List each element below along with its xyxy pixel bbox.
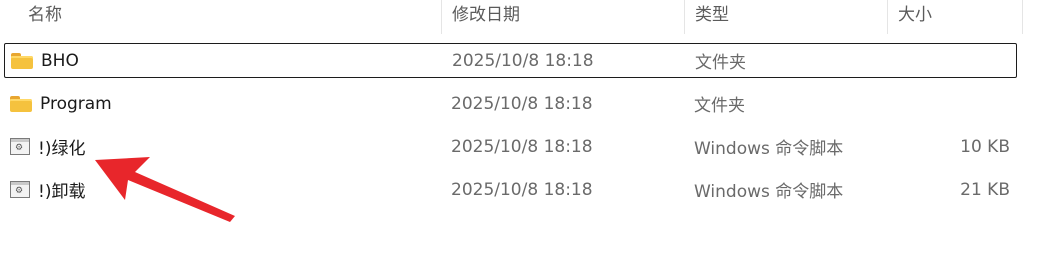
folder-icon [10, 95, 32, 112]
file-name: !)卸载 [38, 182, 86, 202]
list-item-program[interactable]: Program 2025/10/8 18:18 文件夹 [4, 86, 1017, 121]
column-divider[interactable] [1022, 0, 1023, 34]
column-header-name[interactable]: 名称 [28, 0, 62, 30]
folder-icon [11, 52, 33, 69]
script-icon: ⚙ [10, 138, 30, 155]
file-size [885, 44, 1011, 77]
file-name-cell: ⚙ !)绿化 [10, 129, 85, 164]
file-size: 10 KB [960, 136, 1010, 157]
column-divider[interactable] [684, 0, 685, 34]
file-list-view: 名称 修改日期 类型 大小 BHO 2025/10/8 18:18 文件夹 Pr… [0, 0, 1037, 267]
date-modified: 2025/10/8 18:18 [451, 93, 593, 114]
list-item-green-script[interactable]: ⚙ !)绿化 2025/10/8 18:18 Windows 命令脚本 10 K… [4, 129, 1017, 164]
date-modified: 2025/10/8 18:18 [451, 179, 593, 200]
column-header-modified[interactable]: 修改日期 [452, 0, 520, 30]
file-name: Program [40, 93, 112, 114]
column-header-type[interactable]: 类型 [695, 0, 729, 30]
list-item-bho[interactable]: BHO 2025/10/8 18:18 文件夹 [4, 43, 1017, 78]
file-name: !)绿化 [38, 139, 86, 159]
column-header-bar: 名称 修改日期 类型 大小 [0, 0, 1037, 34]
file-name: BHO [41, 50, 79, 71]
file-size: 21 KB [960, 179, 1010, 200]
column-header-size[interactable]: 大小 [898, 0, 932, 30]
script-icon: ⚙ [10, 181, 30, 198]
file-type: 文件夹 [695, 53, 746, 73]
file-name-cell: ⚙ !)卸载 [10, 172, 85, 207]
file-name-cell: BHO [11, 44, 79, 77]
file-type: Windows 命令脚本 [694, 182, 844, 202]
column-divider[interactable] [887, 0, 888, 34]
file-type: 文件夹 [694, 96, 745, 116]
date-modified: 2025/10/8 18:18 [452, 50, 594, 71]
file-type: Windows 命令脚本 [694, 139, 844, 159]
file-size [884, 86, 1010, 121]
list-item-uninstall-script[interactable]: ⚙ !)卸载 2025/10/8 18:18 Windows 命令脚本 21 K… [4, 172, 1017, 207]
column-divider[interactable] [441, 0, 442, 34]
date-modified: 2025/10/8 18:18 [451, 136, 593, 157]
file-name-cell: Program [10, 86, 112, 121]
